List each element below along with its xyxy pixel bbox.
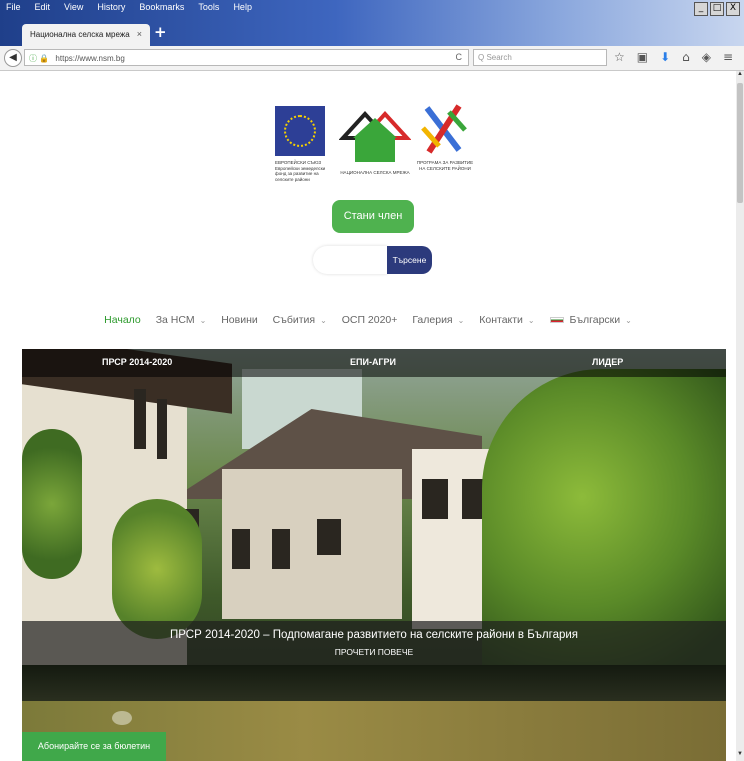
scrollbar-thumb[interactable] xyxy=(737,83,743,203)
nav-item-about[interactable]: За НСМ ⌄ xyxy=(153,314,210,326)
hero-slider: ПРСР 2014-2020 ЕПИ-АГРИ ЛИДЕР ПРСР 2014-… xyxy=(22,349,726,701)
maximize-button[interactable]: □ xyxy=(710,2,724,16)
chevron-down-icon: ⌄ xyxy=(625,316,632,325)
chevron-down-icon: ⌄ xyxy=(527,316,535,325)
hero-caption: ПРСР 2014-2020 – Подпомагане развитието … xyxy=(22,621,726,665)
menu-edit[interactable]: Edit xyxy=(35,2,51,16)
partner-logos: ЕВРОПЕЙСКИ СЪЮЗ Европейски земеделски фо… xyxy=(275,102,475,184)
scroll-up-icon[interactable]: ▲ xyxy=(736,71,744,81)
prsr-caption: ПРОГРАМА ЗА РАЗВИТИЕ НА СЕЛСКИТЕ РАЙОНИ xyxy=(416,160,474,171)
url-text: https://www.nsm.bg xyxy=(55,54,125,63)
nav-item-contacts[interactable]: Контакти ⌄ xyxy=(476,314,537,326)
bulgarian-flag-icon xyxy=(549,317,564,324)
site-search-input[interactable] xyxy=(313,246,387,274)
new-tab-button[interactable]: + xyxy=(154,23,167,41)
info-icon[interactable]: ⓘ 🔒 xyxy=(29,54,49,63)
nav-item-gallery[interactable]: Галерия ⌄ xyxy=(409,314,467,326)
main-navigation: Начало За НСМ ⌄ Новини Събития ⌄ ОСП 2020+… xyxy=(0,314,736,326)
menu-bookmarks[interactable]: Bookmarks xyxy=(139,2,184,16)
hero-tab-prsr[interactable]: ПРСР 2014-2020 xyxy=(102,357,172,367)
clipboard-icon[interactable]: ▣ xyxy=(637,50,648,64)
download-icon[interactable]: ⬇ xyxy=(660,50,670,64)
scroll-down-icon[interactable]: ▼ xyxy=(736,751,744,761)
chevron-down-icon: ⌄ xyxy=(199,316,207,325)
chevron-down-icon: ⌄ xyxy=(457,316,465,325)
newsletter-button[interactable]: Абонирайте се за бюлетин xyxy=(22,732,166,761)
nsm-house-logo xyxy=(339,111,411,162)
menu-file[interactable]: File xyxy=(6,2,21,16)
nav-item-home[interactable]: Начало xyxy=(101,314,144,326)
menu-history[interactable]: History xyxy=(97,2,125,16)
toolbar-icons: ☆ ▣ ⬇ ⌂ ◈ ≡ xyxy=(614,50,733,64)
menu-view[interactable]: View xyxy=(64,2,83,16)
close-window-button[interactable]: X xyxy=(726,2,740,16)
browser-menubar: File Edit View History Bookmarks Tools H… xyxy=(6,2,252,16)
nav-item-cap[interactable]: ОСП 2020+ xyxy=(339,314,401,326)
minimize-button[interactable]: _ xyxy=(694,2,708,16)
home-icon[interactable]: ⌂ xyxy=(682,50,690,64)
browser-titlebar: File Edit View History Bookmarks Tools H… xyxy=(0,0,744,46)
read-more-link[interactable]: ПРОЧЕТИ ПОВЕЧЕ xyxy=(22,647,726,657)
menu-help[interactable]: Help xyxy=(233,2,252,16)
url-bar[interactable]: ⓘ 🔒 https://www.nsm.bg C xyxy=(24,49,469,66)
pocket-icon[interactable]: ◈ xyxy=(702,50,711,64)
star-icon[interactable]: ☆ xyxy=(614,50,625,64)
hero-tab-leader[interactable]: ЛИДЕР xyxy=(592,357,623,367)
browser-navbar: ◀ ⓘ 🔒 https://www.nsm.bg C Q Search ☆ ▣ … xyxy=(0,46,744,71)
site-search-button[interactable]: Търсене xyxy=(387,246,432,274)
page-viewport: ЕВРОПЕЙСКИ СЪЮЗ Европейски земеделски фо… xyxy=(0,71,736,761)
join-button[interactable]: Стани член xyxy=(332,200,414,233)
eu-caption: ЕВРОПЕЙСКИ СЪЮЗ Европейски земеделски фо… xyxy=(275,160,326,182)
nav-item-events[interactable]: Събития ⌄ xyxy=(270,314,330,326)
browser-tab[interactable]: Национална селска мрежа × xyxy=(22,24,150,46)
menu-tools[interactable]: Tools xyxy=(198,2,219,16)
menu-icon[interactable]: ≡ xyxy=(723,50,733,64)
nsm-caption: НАЦИОНАЛНА СЕЛСКА МРЕЖА xyxy=(340,170,410,175)
nav-item-news[interactable]: Новини xyxy=(218,314,261,326)
page-scrollbar[interactable]: ▲ ▼ xyxy=(736,71,744,761)
reload-icon[interactable]: C xyxy=(456,52,463,62)
hero-tabs: ПРСР 2014-2020 ЕПИ-АГРИ ЛИДЕР xyxy=(22,349,726,377)
prsr-x-logo xyxy=(421,104,467,154)
language-switcher[interactable]: Български ⌄ xyxy=(547,314,635,326)
tab-close-icon[interactable]: × xyxy=(137,29,142,39)
chevron-down-icon: ⌄ xyxy=(320,316,327,325)
back-arrow-icon[interactable]: ◀ xyxy=(4,49,22,67)
hero-tab-epi-agri[interactable]: ЕПИ-АГРИ xyxy=(350,357,396,367)
window-controls: _ □ X xyxy=(694,2,740,16)
eu-flag-logo xyxy=(275,106,325,156)
browser-search-input[interactable]: Q Search xyxy=(473,49,607,66)
hero-caption-title: ПРСР 2014-2020 – Подпомагане развитието … xyxy=(169,629,579,641)
tab-title: Национална селска мрежа xyxy=(30,30,130,39)
